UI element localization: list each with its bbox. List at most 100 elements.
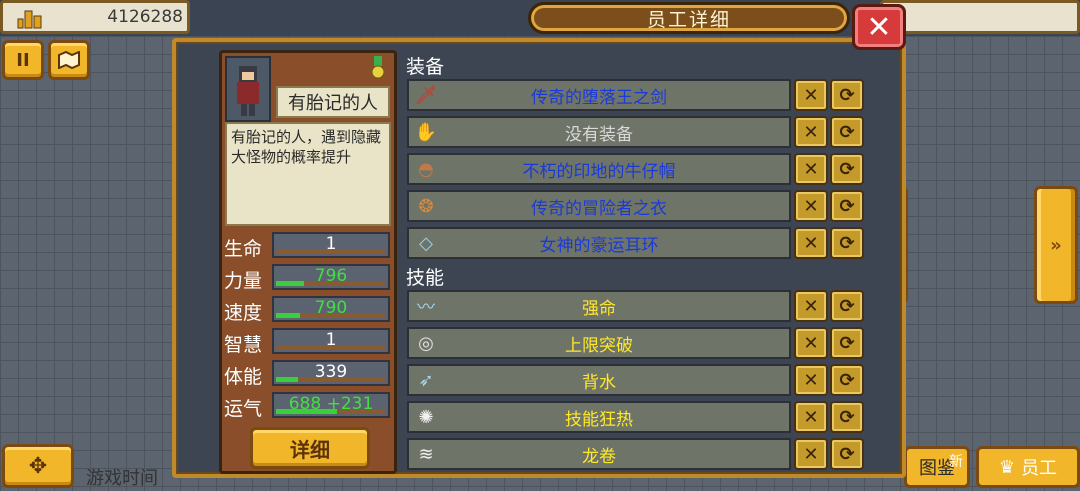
remove-button[interactable]: ✕ [794, 116, 828, 148]
skills-heading: 技能 [406, 267, 445, 289]
remove-icon: ✕ [803, 332, 819, 354]
stat-bar: 1 [272, 328, 390, 354]
stat-label: 智慧 [224, 334, 263, 356]
swap-icon: ⟳ [839, 195, 855, 217]
swap-button[interactable]: ⟳ [830, 227, 864, 259]
remove-button[interactable]: ✕ [794, 227, 828, 259]
swap-button[interactable]: ⟳ [830, 438, 864, 470]
remove-button[interactable]: ✕ [794, 401, 828, 433]
swap-button[interactable]: ⟳ [830, 364, 864, 396]
swap-icon: ⟳ [839, 406, 855, 428]
stat-fill [276, 313, 301, 318]
detail-button-label: 详细 [290, 437, 330, 462]
staff-button[interactable]: ♛ 员工 [976, 446, 1080, 488]
equipment-name: 不朽的印地的牛仔帽 [522, 161, 676, 182]
stat-bar: 790 [272, 296, 390, 322]
earring-icon: ◇ [419, 232, 433, 254]
close-button[interactable]: ✕ [852, 4, 906, 50]
character-portrait [225, 56, 271, 122]
stat-track [276, 377, 386, 382]
equipment-row[interactable]: ◓ 不朽的印地的牛仔帽 [407, 153, 791, 185]
swap-icon: ⟳ [839, 369, 855, 391]
stat-bar: 339 [272, 360, 390, 386]
skill-row[interactable]: ✺ 技能狂热 [407, 401, 791, 433]
remove-button[interactable]: ✕ [794, 364, 828, 396]
game-time-label: 游戏时间 [86, 468, 158, 489]
skill-name: 强命 [582, 298, 616, 319]
swap-button[interactable]: ⟳ [830, 190, 864, 222]
swap-icon: ⟳ [839, 158, 855, 180]
remove-icon: ✕ [803, 158, 819, 180]
swap-icon: ⟳ [839, 84, 855, 106]
remove-icon: ✕ [803, 295, 819, 317]
stat-fill [276, 281, 304, 286]
equipment-row[interactable]: 🗡 传奇的堕落王之剑 [407, 79, 791, 111]
remove-button[interactable]: ✕ [794, 290, 828, 322]
swap-button[interactable]: ⟳ [830, 401, 864, 433]
swap-button[interactable]: ⟳ [830, 79, 864, 111]
remove-button[interactable]: ✕ [794, 79, 828, 111]
remove-button[interactable]: ✕ [794, 190, 828, 222]
stat-label: 速度 [224, 302, 263, 324]
remove-icon: ✕ [803, 443, 819, 465]
illustrated-button[interactable]: 图鉴 新 [904, 446, 970, 488]
move-button[interactable]: ✥ [2, 444, 74, 488]
swap-button[interactable]: ⟳ [830, 116, 864, 148]
stat-fill [276, 377, 298, 382]
equipment-row[interactable]: ❂ 传奇的冒险者之衣 [407, 190, 791, 222]
swap-button[interactable]: ⟳ [830, 327, 864, 359]
map-icon [58, 51, 80, 69]
remove-icon: ✕ [803, 84, 819, 106]
crown-icon: ♛ [998, 456, 1016, 478]
remove-button[interactable]: ✕ [794, 153, 828, 185]
dpad-icon: ✥ [28, 453, 48, 479]
skill-row[interactable]: ≋ 龙卷 [407, 438, 791, 470]
remove-button[interactable]: ✕ [794, 438, 828, 470]
swap-icon: ⟳ [839, 121, 855, 143]
money-display: 4126288 [0, 0, 190, 34]
stat-fill [276, 409, 337, 414]
skill-row[interactable]: ➶ 背水 [407, 364, 791, 396]
armor-icon: ❂ [418, 195, 434, 217]
pause-icon: II [16, 49, 30, 71]
stat-bar: 688 +231 [272, 392, 390, 418]
stat-track [276, 409, 386, 414]
swap-icon: ⟳ [839, 332, 855, 354]
next-page-button[interactable]: » [1034, 186, 1078, 304]
tornado-icon: ≋ [418, 443, 434, 465]
stat-track [276, 313, 386, 318]
equipment-heading: 装备 [406, 56, 445, 78]
detail-button[interactable]: 详细 [250, 427, 370, 469]
remove-button[interactable]: ✕ [794, 327, 828, 359]
swap-icon: ⟳ [839, 295, 855, 317]
skill-name: 龙卷 [582, 446, 616, 467]
avatar [237, 66, 259, 116]
swap-button[interactable]: ⟳ [830, 153, 864, 185]
skill-row[interactable]: 〰 强命 [407, 290, 791, 322]
wing-icon: 〰 [417, 297, 435, 318]
equipment-name: 传奇的堕落王之剑 [531, 87, 667, 108]
remove-icon: ✕ [803, 195, 819, 217]
equipment-row[interactable]: ✋ 没有装备 [407, 116, 791, 148]
stat-track [276, 281, 386, 286]
stat-bar: 1 [272, 232, 390, 258]
equipment-row[interactable]: ◇ 女神的豪运耳环 [407, 227, 791, 259]
remove-icon: ✕ [803, 232, 819, 254]
glove-icon: ✋ [414, 121, 438, 143]
skill-row[interactable]: ◎ 上限突破 [407, 327, 791, 359]
swap-button[interactable]: ⟳ [830, 290, 864, 322]
money-value: 4126288 [107, 7, 183, 27]
skill-name: 上限突破 [565, 335, 633, 356]
equipment-name: 女神的豪运耳环 [539, 235, 659, 256]
stat-label: 力量 [224, 270, 263, 292]
map-button[interactable] [48, 40, 90, 80]
new-badge: 新 [949, 454, 963, 470]
pause-button[interactable]: II [2, 40, 44, 80]
remove-icon: ✕ [803, 121, 819, 143]
skill-name: 背水 [582, 372, 616, 393]
character-name: 有胎记的人 [276, 86, 390, 118]
stat-track [276, 345, 386, 350]
orb-icon: ✺ [418, 406, 434, 428]
equipment-name: 没有装备 [565, 124, 633, 145]
medal-icon [371, 56, 385, 79]
